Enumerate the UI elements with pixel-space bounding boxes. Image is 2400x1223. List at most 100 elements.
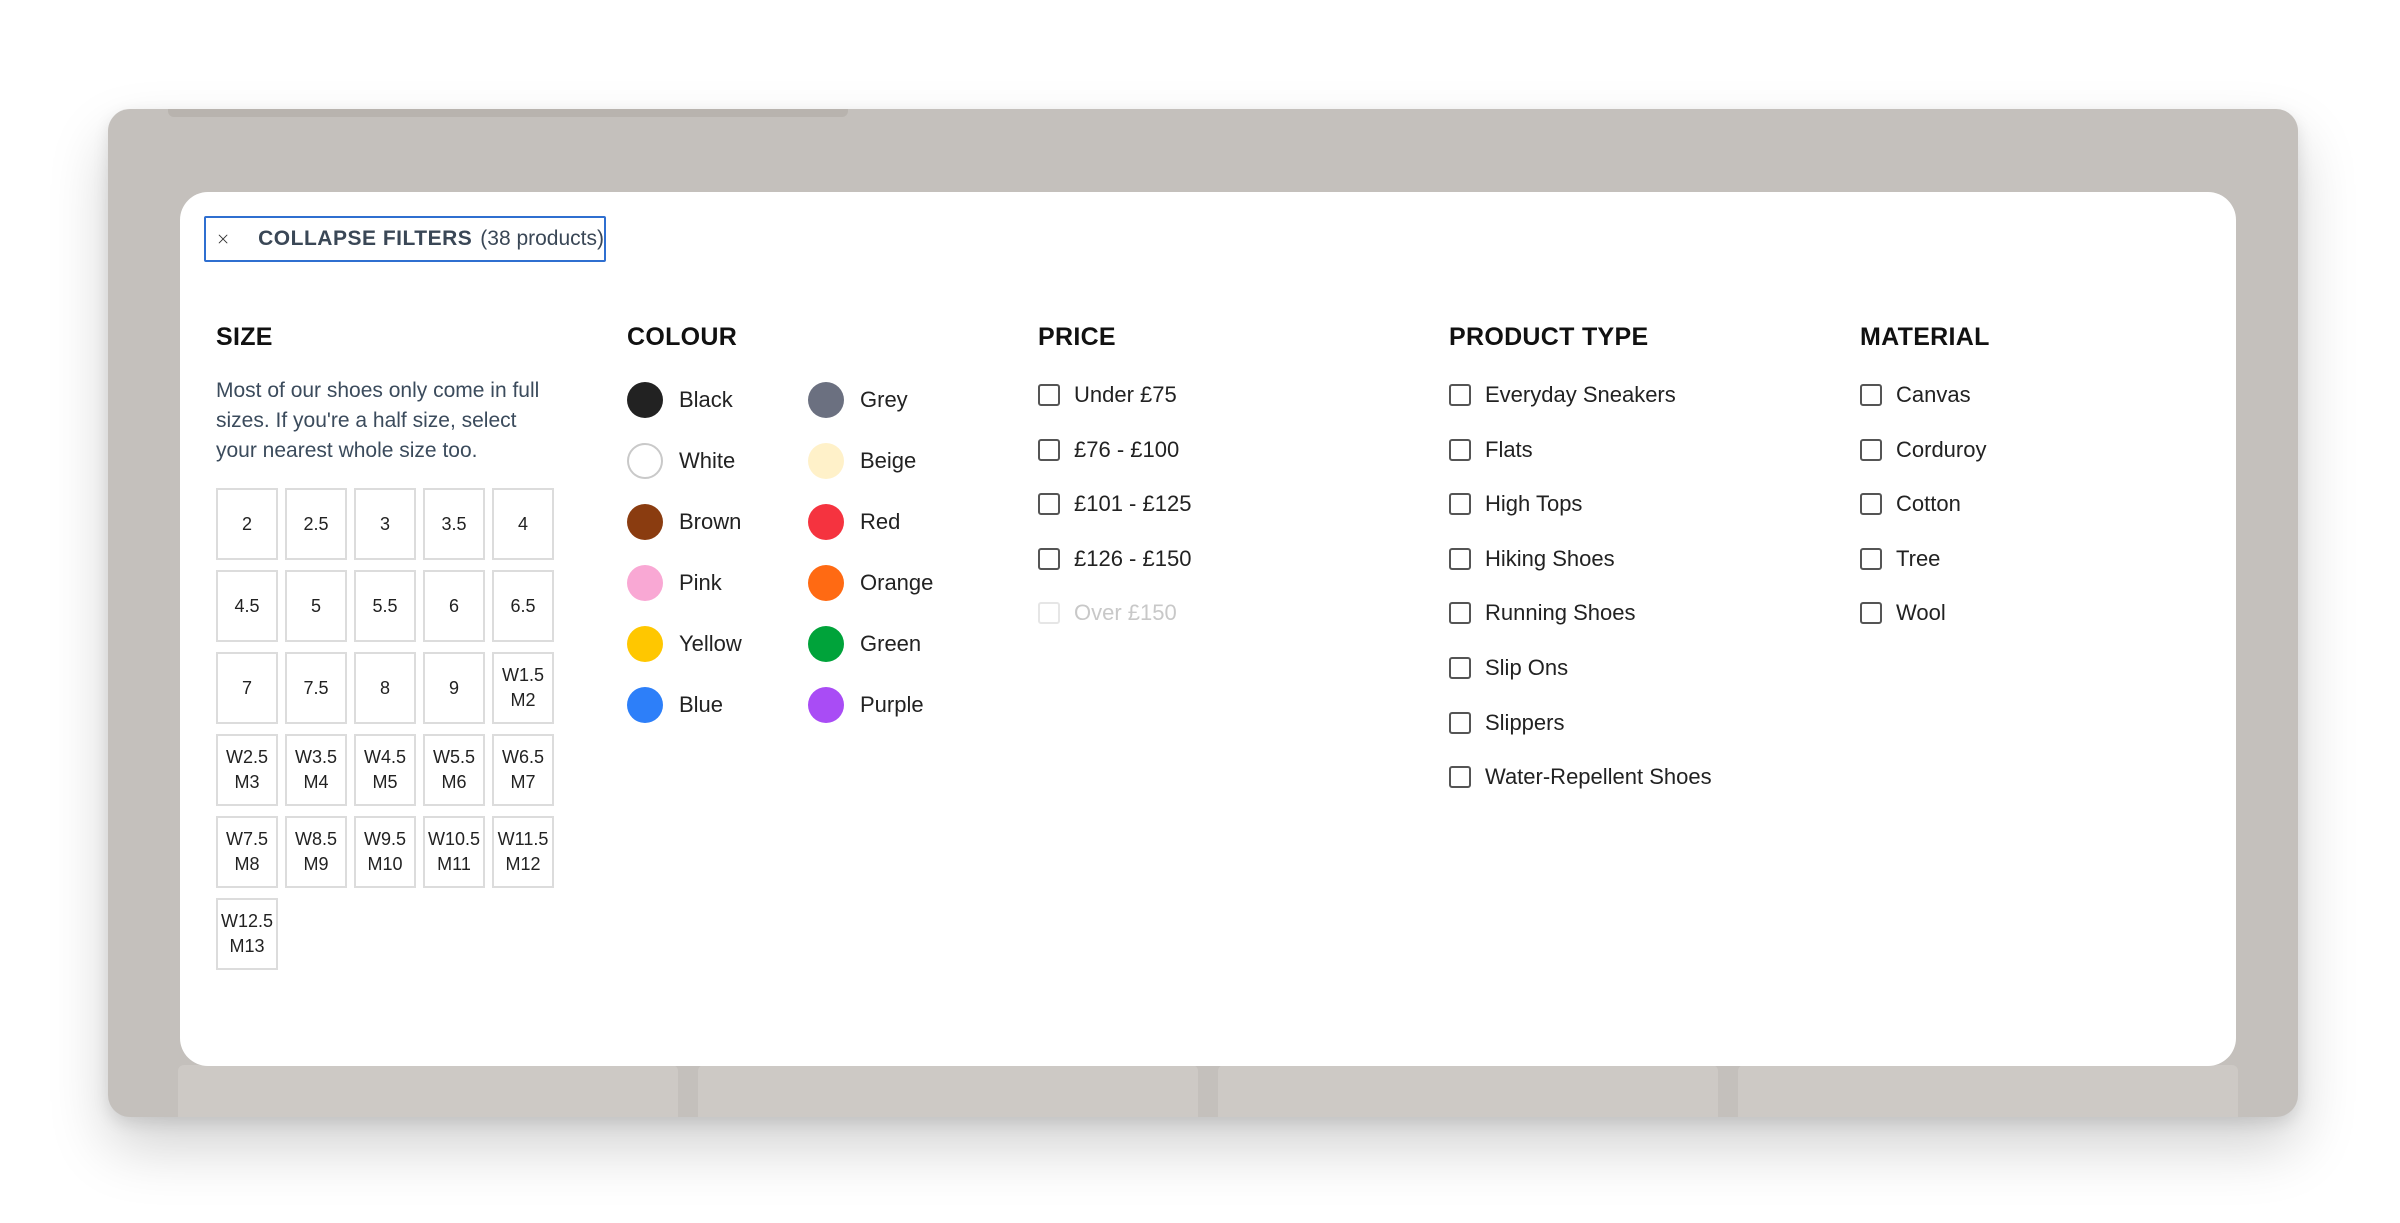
size-option[interactable]: W8.5 M9 bbox=[285, 816, 347, 888]
size-option[interactable]: 6.5 bbox=[492, 570, 554, 642]
colour-option-orange[interactable]: Orange bbox=[808, 563, 989, 603]
checkbox-label: Over £150 bbox=[1074, 600, 1177, 626]
checkbox[interactable] bbox=[1860, 384, 1882, 406]
colour-swatch bbox=[808, 626, 844, 662]
size-option[interactable]: 3 bbox=[354, 488, 416, 560]
size-option[interactable]: 9 bbox=[423, 652, 485, 724]
size-option[interactable]: 5 bbox=[285, 570, 347, 642]
checkbox[interactable] bbox=[1038, 493, 1060, 516]
checkbox-label: Cotton bbox=[1896, 491, 1961, 517]
colour-swatch bbox=[627, 443, 663, 479]
checkbox[interactable] bbox=[1449, 711, 1471, 734]
product-type-option-slippers[interactable]: Slippers bbox=[1449, 708, 1712, 738]
size-option[interactable]: 7 bbox=[216, 652, 278, 724]
colour-option-blue[interactable]: Blue bbox=[627, 685, 808, 725]
checkbox-label: High Tops bbox=[1485, 491, 1583, 517]
material-option-corduroy[interactable]: Corduroy bbox=[1860, 435, 1990, 465]
price-option-76-100[interactable]: £76 - £100 bbox=[1038, 435, 1191, 465]
product-type-option-water-repellent-shoes[interactable]: Water-Repellent Shoes bbox=[1449, 762, 1712, 792]
colour-option-beige[interactable]: Beige bbox=[808, 441, 989, 481]
price-option-101-125[interactable]: £101 - £125 bbox=[1038, 489, 1191, 519]
product-type-option-hiking-shoes[interactable]: Hiking Shoes bbox=[1449, 544, 1712, 574]
checkbox[interactable] bbox=[1449, 438, 1471, 461]
size-option[interactable]: W6.5 M7 bbox=[492, 734, 554, 806]
colour-swatch bbox=[627, 382, 663, 418]
checkbox[interactable] bbox=[1449, 493, 1471, 516]
colour-option-yellow[interactable]: Yellow bbox=[627, 624, 808, 664]
size-option[interactable]: W7.5 M8 bbox=[216, 816, 278, 888]
checkbox[interactable] bbox=[1860, 602, 1882, 625]
price-filter-title: PRICE bbox=[1038, 323, 1116, 351]
colour-option-pink[interactable]: Pink bbox=[627, 563, 808, 603]
colour-label: Beige bbox=[860, 448, 917, 473]
size-option[interactable]: 2 bbox=[216, 488, 278, 560]
colour-option-white[interactable]: White bbox=[627, 441, 808, 481]
colour-swatch bbox=[808, 687, 844, 723]
colour-option-red[interactable]: Red bbox=[808, 502, 989, 542]
size-option[interactable]: W12.5 M13 bbox=[216, 898, 278, 970]
colour-swatch bbox=[808, 565, 844, 601]
checkbox[interactable] bbox=[1860, 493, 1882, 516]
size-option[interactable]: W1.5 M2 bbox=[492, 652, 554, 724]
size-option[interactable]: 8 bbox=[354, 652, 416, 724]
colour-label: Black bbox=[679, 387, 733, 412]
size-option[interactable]: 7.5 bbox=[285, 652, 347, 724]
checkbox[interactable] bbox=[1449, 766, 1471, 789]
size-option[interactable]: W10.5 M11 bbox=[423, 816, 485, 888]
size-option[interactable]: 5.5 bbox=[354, 570, 416, 642]
product-type-option-slip-ons[interactable]: Slip Ons bbox=[1449, 653, 1712, 683]
size-option[interactable]: W2.5 M3 bbox=[216, 734, 278, 806]
size-option[interactable]: 4 bbox=[492, 488, 554, 560]
checkbox[interactable] bbox=[1449, 547, 1471, 570]
material-option-canvas[interactable]: Canvas bbox=[1860, 380, 1990, 410]
price-option-126-150[interactable]: £126 - £150 bbox=[1038, 544, 1191, 574]
colour-option-black[interactable]: Black bbox=[627, 380, 808, 420]
size-option[interactable]: 2.5 bbox=[285, 488, 347, 560]
collapse-filters-button[interactable]: COLLAPSE FILTERS (38 products) bbox=[204, 216, 606, 262]
checkbox[interactable] bbox=[1038, 438, 1060, 461]
colour-swatch bbox=[808, 443, 844, 479]
background-product-card bbox=[178, 1065, 678, 1117]
size-option[interactable]: 6 bbox=[423, 570, 485, 642]
product-type-option-running-shoes[interactable]: Running Shoes bbox=[1449, 598, 1712, 628]
checkbox[interactable] bbox=[1860, 438, 1882, 461]
close-icon bbox=[218, 234, 228, 244]
checkbox[interactable] bbox=[1038, 384, 1060, 406]
colour-label: Red bbox=[860, 509, 901, 534]
checkbox-label: Flats bbox=[1485, 436, 1533, 462]
colour-option-brown[interactable]: Brown bbox=[627, 502, 808, 542]
price-option-under-75[interactable]: Under £75 bbox=[1038, 380, 1191, 410]
checkbox[interactable] bbox=[1038, 547, 1060, 570]
material-filter-section: MATERIAL Canvas Corduroy Cotton Tree Wool bbox=[1860, 322, 1990, 653]
product-type-option-flats[interactable]: Flats bbox=[1449, 435, 1712, 465]
checkbox-label: Everyday Sneakers bbox=[1485, 382, 1676, 407]
colour-option-purple[interactable]: Purple bbox=[808, 685, 989, 725]
background-product-card bbox=[1218, 1065, 1718, 1117]
checkbox[interactable] bbox=[1860, 547, 1882, 570]
colour-option-green[interactable]: Green bbox=[808, 624, 989, 664]
price-option-over-150: Over £150 bbox=[1038, 598, 1191, 628]
colour-option-grey[interactable]: Grey bbox=[808, 380, 989, 420]
checkbox-label: Wool bbox=[1896, 600, 1946, 626]
size-option[interactable]: W5.5 M6 bbox=[423, 734, 485, 806]
product-type-option-everyday-sneakers[interactable]: Everyday Sneakers bbox=[1449, 380, 1712, 410]
size-option[interactable]: 3.5 bbox=[423, 488, 485, 560]
material-option-cotton[interactable]: Cotton bbox=[1860, 489, 1990, 519]
colour-label: Green bbox=[860, 631, 922, 656]
material-option-tree[interactable]: Tree bbox=[1860, 544, 1990, 574]
checkbox[interactable] bbox=[1449, 384, 1471, 406]
product-type-filter-section: PRODUCT TYPE Everyday Sneakers Flats High … bbox=[1449, 322, 1712, 817]
size-note: Most of our shoes only come in full size… bbox=[216, 379, 540, 462]
price-filter-section: PRICE Under £75 £76 - £100 £101 - £125 £126… bbox=[1038, 322, 1191, 653]
checkbox[interactable] bbox=[1449, 602, 1471, 625]
product-type-option-high-tops[interactable]: High Tops bbox=[1449, 489, 1712, 519]
size-option[interactable]: W11.5 M12 bbox=[492, 816, 554, 888]
size-option[interactable]: W9.5 M10 bbox=[354, 816, 416, 888]
colour-swatch bbox=[627, 504, 663, 540]
checkbox[interactable] bbox=[1449, 656, 1471, 679]
colour-swatch bbox=[808, 504, 844, 540]
size-option[interactable]: W3.5 M4 bbox=[285, 734, 347, 806]
size-option[interactable]: 4.5 bbox=[216, 570, 278, 642]
material-option-wool[interactable]: Wool bbox=[1860, 598, 1990, 628]
size-option[interactable]: W4.5 M5 bbox=[354, 734, 416, 806]
